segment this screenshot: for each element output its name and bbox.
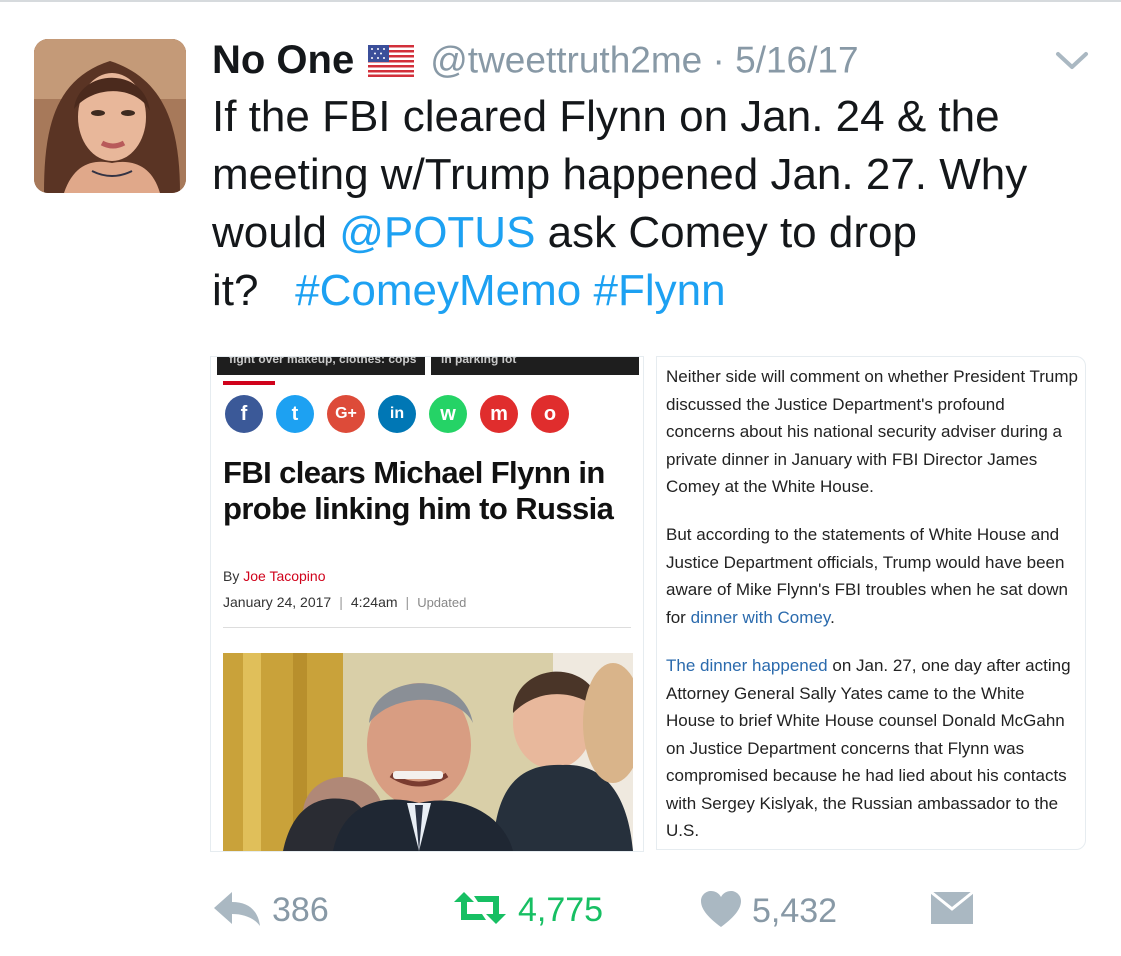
direct-message-button[interactable] — [930, 890, 974, 934]
related-title: in parking lot — [441, 356, 517, 366]
us-flag-icon — [368, 44, 415, 77]
mention-link[interactable]: @POTUS — [339, 208, 535, 257]
facebook-share-icon-glyph: f — [240, 403, 248, 425]
reply-count: 386 — [272, 891, 329, 929]
facebook-share-icon: f — [225, 395, 263, 433]
hashtag-flynn[interactable]: #Flynn — [594, 266, 726, 315]
article-paragraph: But according to the statements of White… — [666, 521, 1078, 631]
inline-link: The dinner happened — [666, 656, 828, 675]
paragraph-text: . — [830, 607, 835, 627]
retweet-count: 4,775 — [518, 891, 604, 929]
tweet-text: If the FBI cleared Flynn on Jan. 24 & th… — [212, 88, 1092, 320]
handle-and-date[interactable]: @tweettruth2me · 5/16/17 — [430, 40, 858, 81]
link-share-icon: o — [531, 395, 569, 433]
twitter-share-icon: t — [276, 395, 314, 433]
email-share-icon-glyph: m — [490, 403, 508, 425]
link-share-icon-glyph: o — [543, 403, 557, 425]
article-text-screenshot: Neither side will comment on whether Pre… — [656, 356, 1086, 850]
section-accent — [223, 381, 275, 385]
divider — [223, 627, 631, 628]
envelope-icon — [930, 890, 974, 931]
inline-link: dinner with Comey — [690, 607, 831, 627]
related-strip: fight over makeup, clothes: cops in park… — [217, 357, 639, 375]
related-title: fight over makeup, clothes: cops — [229, 356, 417, 366]
heart-icon — [700, 890, 742, 933]
retweet-button[interactable]: 4,775 — [452, 890, 603, 934]
tweet-header: No One @tweettruth2me · 5/16/17 — [212, 38, 1092, 86]
like-button[interactable]: 5,432 — [700, 890, 837, 934]
linkedin-share-icon-glyph: in — [389, 405, 405, 422]
retweet-icon — [452, 890, 508, 931]
author-name[interactable]: No One — [212, 38, 354, 82]
avatar[interactable] — [34, 39, 186, 193]
hashtag-comeymemo[interactable]: #ComeyMemo — [295, 266, 581, 315]
updated-label: Updated — [417, 595, 467, 610]
byline: By Joe Tacopino — [223, 568, 325, 584]
dateline: January 24, 2017 | 4:24am | Updated — [223, 594, 466, 610]
chevron-down-icon[interactable] — [1055, 50, 1089, 72]
google-plus-share-icon-glyph: G+ — [335, 405, 357, 422]
whatsapp-share-icon: w — [429, 395, 467, 433]
google-plus-share-icon: G+ — [327, 395, 365, 433]
article-paragraph: Neither side will comment on whether Pre… — [666, 367, 1078, 496]
twitter-share-icon-glyph: t — [291, 403, 299, 425]
linkedin-share-icon: in — [378, 395, 416, 433]
related-item: in parking lot — [431, 357, 639, 375]
paragraph-text: on Jan. 27, one day after acting Attorne… — [666, 656, 1071, 840]
email-share-icon: m — [480, 395, 518, 433]
action-bar: 386 4,775 5,432 — [212, 890, 1092, 934]
separator: | — [339, 594, 343, 610]
top-divider — [0, 0, 1121, 2]
article-photo — [223, 653, 633, 851]
article-paragraph: The dinner happened on Jan. 27, one day … — [666, 652, 1078, 845]
article-headline: FBI clears Michael Flynn in probe linkin… — [223, 455, 614, 526]
whatsapp-share-icon-glyph: w — [440, 403, 456, 425]
reply-button[interactable]: 386 — [212, 890, 329, 934]
reply-icon — [212, 890, 262, 931]
article-date: January 24, 2017 — [223, 594, 332, 610]
author-link: Joe Tacopino — [243, 568, 326, 584]
by-label: By — [223, 568, 244, 584]
related-item: fight over makeup, clothes: cops — [217, 357, 425, 375]
like-count: 5,432 — [752, 892, 838, 930]
attached-image[interactable]: fight over makeup, clothes: cops in park… — [210, 356, 1086, 852]
article-time: 4:24am — [350, 594, 398, 610]
separator: | — [405, 594, 410, 610]
article-screenshot: fight over makeup, clothes: cops in park… — [210, 356, 644, 852]
